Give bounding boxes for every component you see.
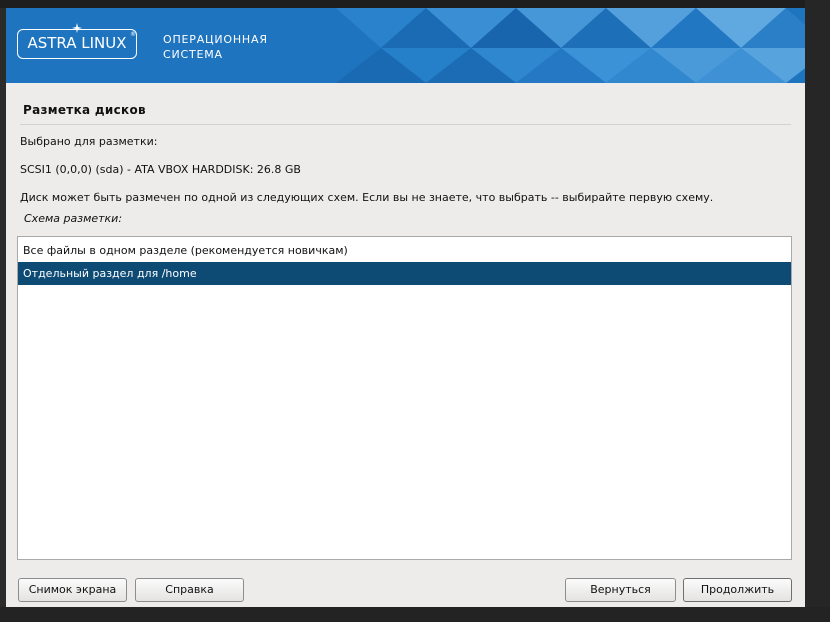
help-button[interactable]: Справка	[135, 578, 244, 602]
list-item-all-in-one[interactable]: Все файлы в одном разделе (рекомендуется…	[18, 239, 791, 262]
scheme-label: Схема разметки:	[24, 212, 123, 225]
desktop-top-edge	[0, 0, 805, 8]
continue-button[interactable]: Продолжить	[683, 578, 792, 602]
header-banner: ASTRA LINUX ® ОПЕРАЦИОННАЯ СИСТЕМА	[6, 8, 805, 83]
desktop-right-edge	[805, 0, 830, 622]
back-button[interactable]: Вернуться	[565, 578, 676, 602]
title-divider	[20, 124, 791, 125]
subtitle-line-1: ОПЕРАЦИОННАЯ	[163, 33, 268, 46]
subtitle-line-2: СИСТЕМА	[163, 48, 223, 61]
list-item-separate-home[interactable]: Отдельный раздел для /home	[18, 262, 791, 285]
logo-star-icon	[72, 23, 82, 33]
screenshot-button[interactable]: Снимок экрана	[18, 578, 127, 602]
disk-info: SCSI1 (0,0,0) (sda) - ATA VBOX HARDDISK:…	[20, 163, 301, 176]
page-title: Разметка дисков	[23, 103, 146, 117]
selected-label: Выбрано для разметки:	[20, 135, 158, 148]
astra-linux-logo: ASTRA LINUX	[17, 29, 137, 59]
installer-window: ASTRA LINUX ® ОПЕРАЦИОННАЯ СИСТЕМА Разме…	[6, 8, 805, 607]
main-content: Разметка дисков Выбрано для разметки: SC…	[6, 83, 805, 607]
trademark-symbol: ®	[130, 31, 136, 38]
scheme-list[interactable]: Все файлы в одном разделе (рекомендуется…	[17, 236, 792, 560]
description-text: Диск может быть размечен по одной из сле…	[20, 191, 714, 204]
desktop-bottom-edge	[0, 607, 830, 622]
os-subtitle: ОПЕРАЦИОННАЯ СИСТЕМА	[163, 32, 268, 62]
logo-text: ASTRA LINUX	[27, 34, 127, 52]
